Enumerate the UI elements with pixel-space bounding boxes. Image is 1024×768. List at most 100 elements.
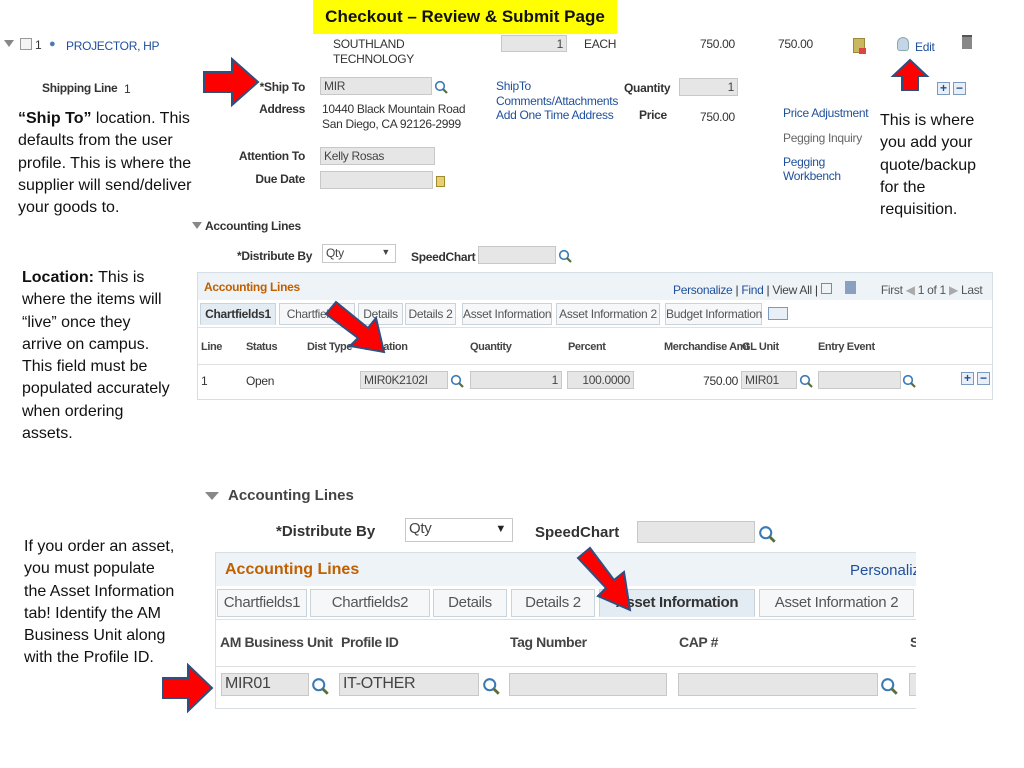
tab-chartfields1[interactable]: Chartfields1 [200,303,276,325]
add-one-time-address-link[interactable]: Add One Time Address [496,108,618,123]
location-input[interactable]: MIR0K2102I [360,371,448,389]
quantity-input[interactable]: 1 [679,78,738,96]
tab-budget-information[interactable]: Budget Information [665,303,762,325]
ship-to-lookup-icon[interactable] [434,80,448,94]
price-label: Price [639,108,667,122]
note-line: profile. This is where the [18,154,192,172]
accounting-collapse-icon[interactable] [192,222,202,229]
note-line: with the Profile ID. [24,649,154,667]
delete-row-button[interactable]: − [953,82,966,95]
ship-to-input[interactable]: MIR [320,77,432,95]
entry-event-lookup-icon[interactable] [902,374,916,388]
show-all-columns-icon[interactable] [768,307,788,320]
asset-tab-asset-information-2[interactable]: Asset Information 2 [759,589,914,617]
asset-distribute-by-select[interactable]: Qty ▼ [405,518,513,542]
next-icon[interactable]: ▶ [949,283,958,297]
asset-tab-chartfields2[interactable]: Chartfields2 [310,589,430,617]
arrow-asset-tab-icon [576,546,632,612]
asset-distribute-by-label: *Distribute By [276,523,376,540]
asset-tab-details[interactable]: Details [433,589,507,617]
shipping-line-label: Shipping Line [42,81,118,95]
details-document-icon[interactable] [853,38,866,54]
asset-grid-title: Accounting Lines [225,561,360,578]
distribute-by-select[interactable]: Qty ▼ [322,244,396,263]
line-number: 1 [35,38,42,52]
cell-line: 1 [201,374,208,388]
price-adjustment-link[interactable]: Price Adjustment [783,106,869,120]
acct-quantity-input[interactable]: 1 [470,371,562,389]
separator: | [766,283,770,297]
add-acct-row-button[interactable]: + [961,372,974,385]
arrow-up-edit-icon [890,58,930,91]
note-line: you add your [880,134,973,152]
prev-icon[interactable]: ◀ [906,283,915,297]
edit-link[interactable]: Edit [915,40,935,54]
tab-asset-information-2[interactable]: Asset Information 2 [556,303,660,325]
arrow-location-icon [324,300,386,354]
last-link[interactable]: Last [961,283,983,297]
profile-id-lookup-icon[interactable] [482,677,500,695]
pegging-workbench-line[interactable]: Workbench [783,169,841,183]
shipto-link-line[interactable]: ShipTo [496,79,618,94]
gl-unit-input[interactable]: MIR01 [741,371,797,389]
line-quantity-input[interactable]: 1 [501,35,567,52]
asset-speedchart-lookup-icon[interactable] [758,525,776,543]
shipping-line-value: 1 [124,82,131,96]
due-date-input[interactable] [320,171,433,189]
note-line: defaults from the user [18,132,173,150]
asset-note: If you order an asset, you must populate t… [24,536,174,670]
am-business-unit-lookup-icon[interactable] [311,677,329,695]
speedchart-lookup-icon[interactable] [558,249,572,263]
calendar-icon[interactable] [436,176,445,187]
asset-speedchart-input[interactable] [637,521,755,543]
asset-accounting-collapse-icon[interactable] [205,492,219,500]
add-row-button[interactable]: + [937,82,950,95]
line-checkbox[interactable] [20,38,32,50]
lightbulb-icon[interactable] [897,37,909,51]
note-line: assets. [22,425,73,443]
attention-input[interactable]: Kelly Rosas [320,147,435,165]
view-all-link[interactable]: View All [772,283,812,297]
trash-icon[interactable] [962,35,972,49]
s-input[interactable] [909,673,916,696]
asset-grid: Accounting Lines Personaliz Chartfields1… [215,552,916,709]
cap-lookup-icon[interactable] [880,677,898,695]
price-value: 750.00 [700,110,735,124]
edit-note: This is where you add your quote/backup for… [880,110,976,221]
grid-nav: Personalize | Find | View All | First ◀ … [673,281,983,297]
zoom-grid-icon[interactable] [820,283,832,294]
entry-event-input[interactable] [818,371,901,389]
tag-number-input[interactable] [509,673,667,696]
download-excel-icon[interactable] [844,281,856,294]
location-lookup-icon[interactable] [450,374,464,388]
pegging-workbench-line[interactable]: Pegging [783,155,841,169]
collapse-triangle-icon[interactable] [4,40,14,47]
pegging-workbench-link[interactable]: Pegging Workbench [783,155,841,183]
col-s: S [910,634,916,650]
note-line: for the [880,178,926,196]
tab-details-2[interactable]: Details 2 [405,303,456,325]
chevron-down-icon: ▼ [495,523,506,535]
cell-merchandise-amt: 750.00 [703,374,738,388]
comments-attachments-link[interactable]: Comments/Attachments [496,94,618,109]
cap-input[interactable] [678,673,878,696]
gl-unit-lookup-icon[interactable] [799,374,813,388]
percent-input[interactable]: 100.0000 [567,371,634,389]
speedchart-input[interactable] [478,246,556,264]
col-merchandise-amt: Merchandise Amt [664,341,750,353]
asset-personalize-link[interactable]: Personaliz [850,562,916,579]
personalize-link[interactable]: Personalize [673,283,733,297]
note-line: you must populate [24,560,155,578]
find-link[interactable]: Find [741,283,763,297]
tab-asset-information[interactable]: Asset Information [462,303,552,325]
shipto-comments-link[interactable]: ShipTo Comments/Attachments Add One Time A… [496,79,618,123]
item-icon: ● [49,38,56,50]
uom: EACH [584,37,617,51]
first-link[interactable]: First [881,283,903,297]
delete-acct-row-button[interactable]: − [977,372,990,385]
profile-id-input[interactable]: IT-OTHER [339,673,479,696]
pegging-inquiry: Pegging Inquiry [783,131,862,145]
am-business-unit-input[interactable]: MIR01 [221,673,309,696]
item-link[interactable]: PROJECTOR, HP [66,39,160,53]
asset-tab-chartfields1[interactable]: Chartfields1 [217,589,307,617]
